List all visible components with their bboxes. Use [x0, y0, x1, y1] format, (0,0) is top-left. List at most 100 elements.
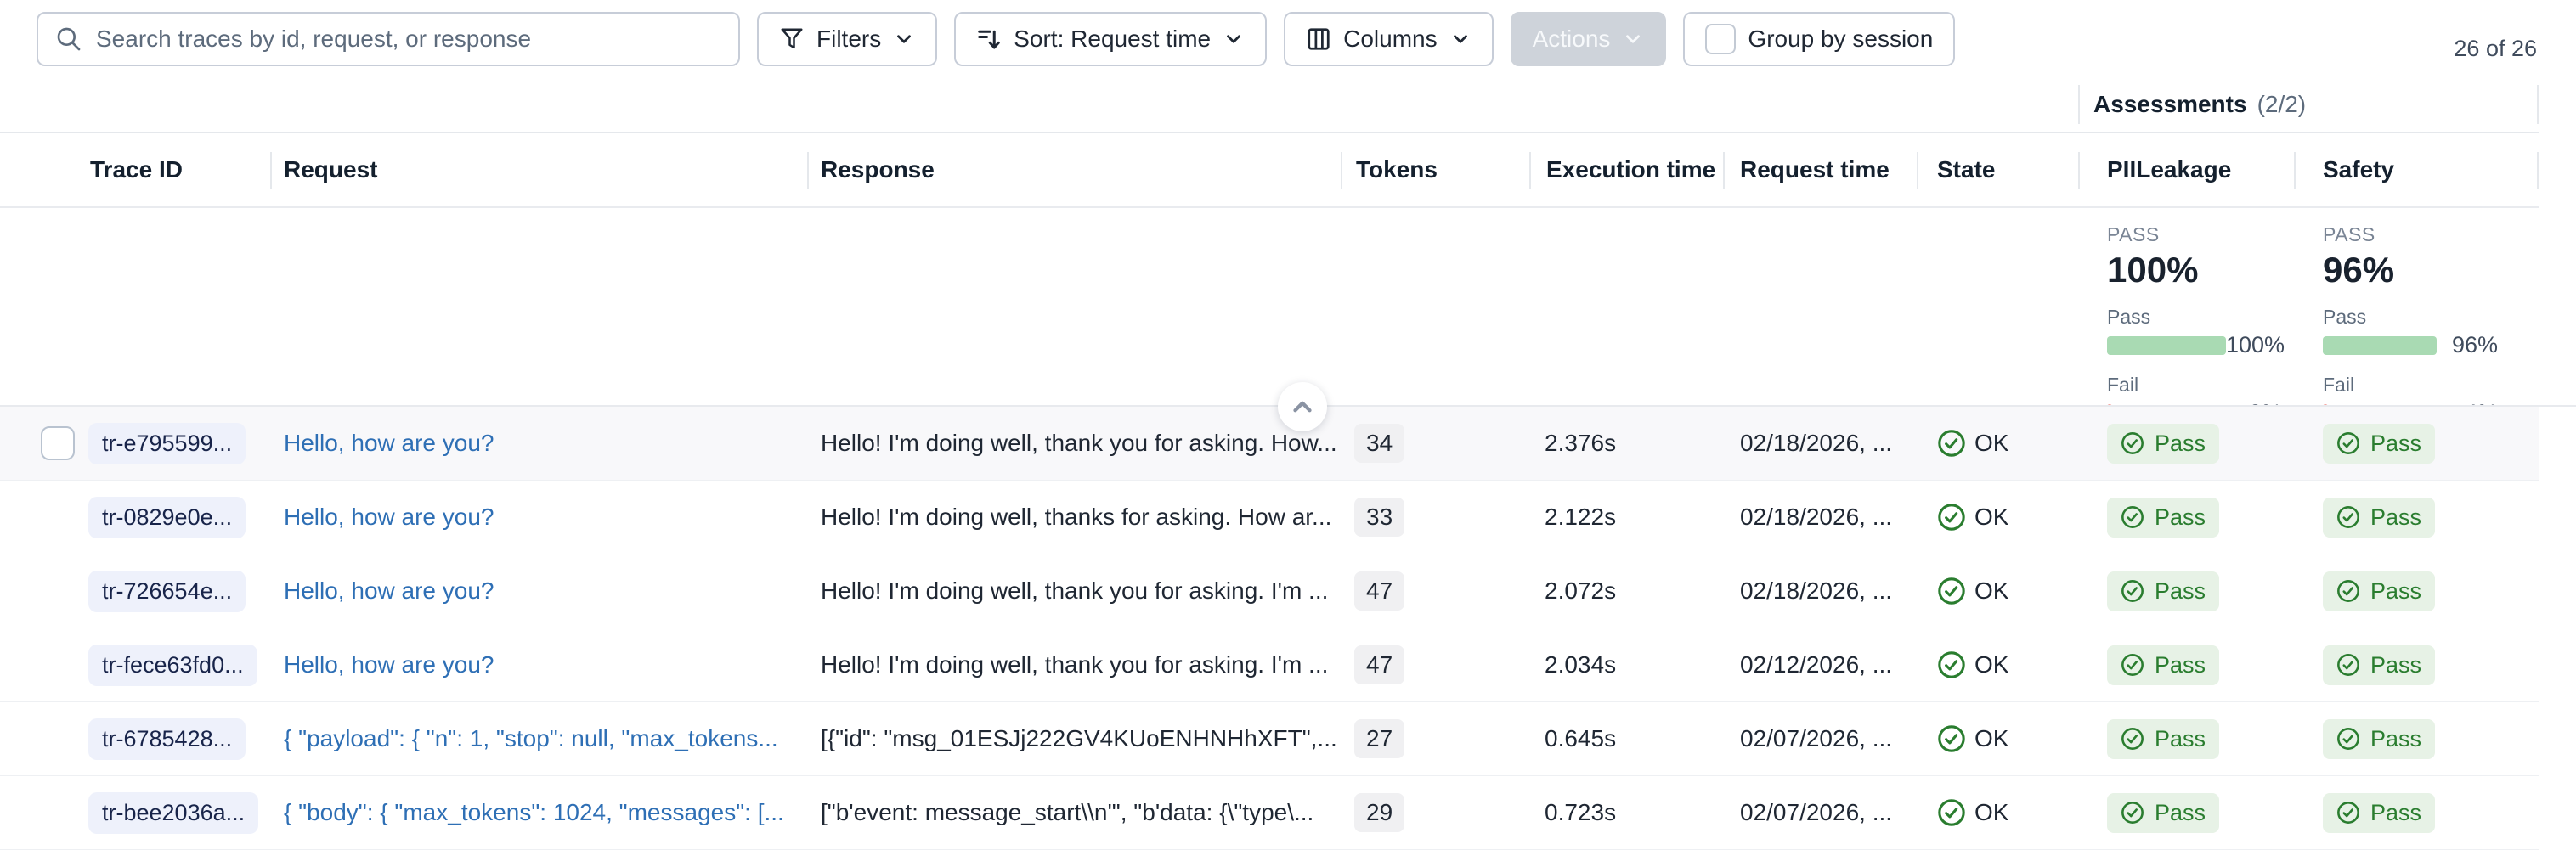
trace-id-badge[interactable]: tr-e795599... [88, 423, 246, 464]
execution-time: 2.122s [1529, 481, 1723, 554]
header-tokens[interactable]: Tokens [1341, 133, 1529, 206]
pass-label: Pass [2370, 652, 2421, 678]
pass-label: Pass [2370, 431, 2421, 457]
group-by-session-checkbox[interactable] [1705, 24, 1736, 54]
table-row[interactable]: tr-726654e... Hello, how are you? Hello!… [0, 554, 2539, 628]
state-label: OK [1974, 799, 2008, 826]
trace-id-badge[interactable]: tr-bee2036a... [88, 792, 258, 834]
safety-fail-label: Fail [2323, 374, 2539, 397]
safety-pass-pill[interactable]: Pass [2323, 719, 2435, 759]
request-link[interactable]: { "payload": { "n": 1, "stop": null, "ma… [284, 725, 778, 752]
safety-pass-pill[interactable]: Pass [2323, 424, 2435, 464]
pass-check-icon [2121, 801, 2144, 825]
piileakage-pass-pill[interactable]: Pass [2107, 424, 2219, 464]
trace-id-badge[interactable]: tr-6785428... [88, 718, 246, 760]
ok-check-icon [1937, 577, 1966, 605]
safety-pass-pill[interactable]: Pass [2323, 498, 2435, 538]
sort-button[interactable]: Sort: Request time [954, 12, 1267, 66]
piileakage-summary-card: PASS 100% Pass 100% Fail 0% [2078, 208, 2294, 426]
response-text: [{"id": "msg_01ESJj222GV4KUoENHNHhXFT",.… [807, 702, 1341, 775]
actions-button[interactable]: Actions [1511, 12, 1667, 66]
columns-button[interactable]: Columns [1284, 12, 1493, 66]
search-input-container[interactable] [37, 12, 740, 66]
pass-check-icon [2336, 727, 2360, 751]
actions-label: Actions [1533, 25, 1611, 53]
header-state[interactable]: State [1917, 133, 2078, 206]
assessments-group-cell: Assessments (2/2) [2078, 76, 2306, 132]
table-row[interactable]: tr-bee2036a... { "body": { "max_tokens":… [0, 776, 2539, 850]
header-execution-time[interactable]: Execution time [1529, 133, 1723, 206]
request-link[interactable]: { "body": { "max_tokens": 1024, "message… [284, 799, 784, 826]
state-label: OK [1974, 504, 2008, 531]
group-by-session-label: Group by session [1748, 25, 1933, 53]
ok-check-icon [1937, 503, 1966, 532]
traces-toolbar: Filters Sort: Request time Columns Actio… [37, 12, 1955, 66]
safety-pass-bar [2323, 336, 2437, 355]
piileakage-pass-percent: 100% [2226, 332, 2285, 358]
tokens-badge: 27 [1354, 719, 1404, 758]
filters-label: Filters [816, 25, 881, 53]
assessments-summary-section: PASS 100% Pass 100% Fail 0% PASS 96% Pas… [0, 208, 2539, 406]
pass-label: Pass [2155, 578, 2206, 605]
pass-check-icon [2336, 579, 2360, 603]
piileakage-pass-pill[interactable]: Pass [2107, 645, 2219, 685]
execution-time: 0.723s [1529, 776, 1723, 849]
search-input[interactable] [96, 25, 721, 53]
request-link[interactable]: Hello, how are you? [284, 504, 494, 531]
filters-button[interactable]: Filters [757, 12, 937, 66]
execution-time: 2.072s [1529, 554, 1723, 628]
response-text: ["b'event: message_start\\n'", "b'data: … [807, 776, 1341, 849]
piileakage-pass-pill[interactable]: Pass [2107, 498, 2219, 538]
safety-pass-pill[interactable]: Pass [2323, 793, 2435, 833]
row-checkbox[interactable] [41, 426, 75, 460]
header-request[interactable]: Request [270, 133, 807, 206]
request-time: 02/07/2026, ... [1723, 776, 1917, 849]
response-text: Hello! I'm doing well, thank you for ask… [807, 628, 1341, 701]
response-text: Hello! I'm doing well, thank you for ask… [807, 554, 1341, 628]
result-count: 26 of 26 [2454, 36, 2537, 62]
table-row[interactable]: tr-fece63fd0... Hello, how are you? Hell… [0, 628, 2539, 702]
safety-pass-pill[interactable]: Pass [2323, 571, 2435, 611]
header-safety[interactable]: Safety [2294, 133, 2539, 206]
request-link[interactable]: Hello, how are you? [284, 430, 494, 457]
header-response[interactable]: Response [807, 133, 1341, 206]
piileakage-pass-bar [2107, 336, 2226, 355]
table-header-row: Trace ID Request Response Tokens Executi… [0, 133, 2539, 208]
table-row[interactable]: tr-e795599... Hello, how are you? Hello!… [0, 407, 2539, 481]
pass-label: Pass [2370, 800, 2421, 826]
state-label: OK [1974, 430, 2008, 457]
piileakage-pass-pill[interactable]: Pass [2107, 571, 2219, 611]
table-row[interactable]: tr-0829e0e... Hello, how are you? Hello!… [0, 481, 2539, 554]
trace-id-badge[interactable]: tr-0829e0e... [88, 497, 246, 538]
request-time: 02/18/2026, ... [1723, 407, 1917, 480]
safety-pass-pill[interactable]: Pass [2323, 645, 2435, 685]
trace-id-badge[interactable]: tr-fece63fd0... [88, 645, 257, 686]
piileakage-overall-value: 100% [2107, 250, 2294, 290]
safety-pass-label: Pass [2323, 306, 2539, 329]
request-time: 02/18/2026, ... [1723, 554, 1917, 628]
chevron-up-icon [1288, 392, 1317, 421]
pass-check-icon [2121, 505, 2144, 529]
pass-label: Pass [2155, 431, 2206, 457]
header-request-time[interactable]: Request time [1723, 133, 1917, 206]
piileakage-pass-pill[interactable]: Pass [2107, 719, 2219, 759]
header-trace-id[interactable]: Trace ID [82, 133, 270, 206]
sort-icon [976, 26, 1002, 52]
pass-check-icon [2336, 505, 2360, 529]
pass-label: Pass [2370, 504, 2421, 531]
columns-icon [1306, 26, 1331, 52]
table-row[interactable]: tr-6785428... { "payload": { "n": 1, "st… [0, 702, 2539, 776]
group-by-session-button[interactable]: Group by session [1683, 12, 1955, 66]
response-text: Hello! I'm doing well, thank you for ask… [807, 407, 1341, 480]
request-link[interactable]: Hello, how are you? [284, 577, 494, 605]
safety-pass-bar-track [2323, 336, 2442, 355]
filter-icon [779, 26, 805, 52]
trace-id-badge[interactable]: tr-726654e... [88, 571, 246, 612]
header-checkbox-gutter [0, 133, 82, 206]
pass-check-icon [2336, 801, 2360, 825]
collapse-summary-button[interactable] [1278, 382, 1327, 431]
search-icon [55, 25, 82, 53]
header-piileakage[interactable]: PIILeakage [2078, 133, 2294, 206]
request-link[interactable]: Hello, how are you? [284, 651, 494, 678]
piileakage-pass-pill[interactable]: Pass [2107, 793, 2219, 833]
